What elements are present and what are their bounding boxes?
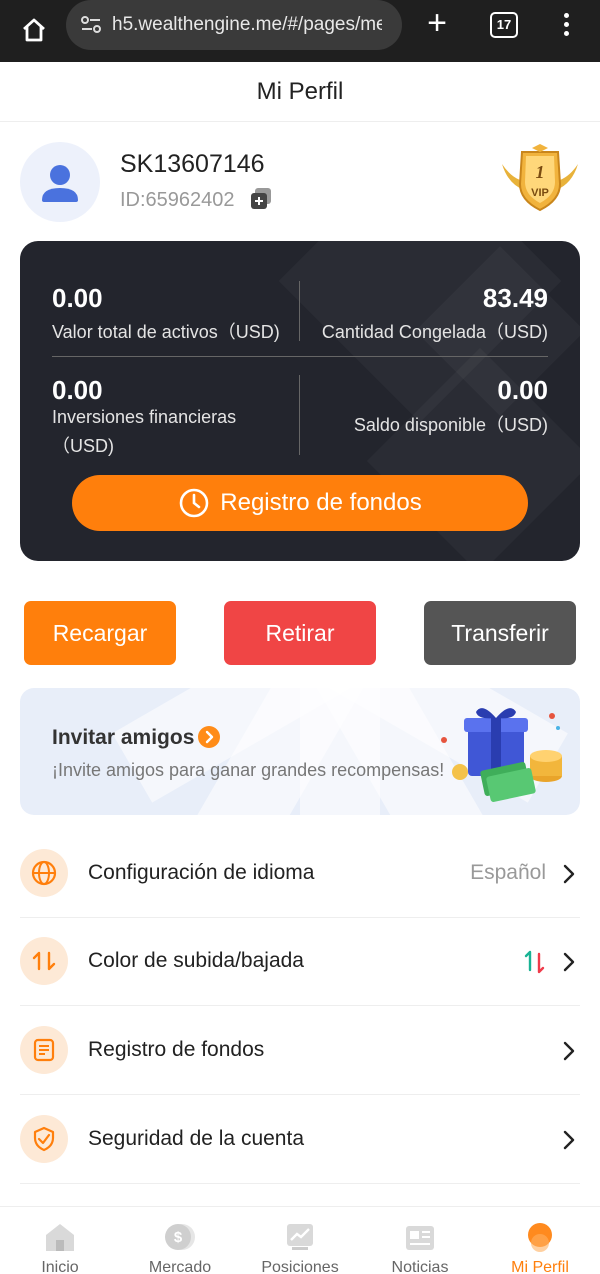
nav-item-market[interactable]: $ Mercado <box>120 1207 240 1274</box>
chevron-right-icon <box>563 1041 575 1061</box>
menu-item-label: Seguridad de la cuenta <box>88 1127 304 1150</box>
avatar[interactable] <box>20 142 100 222</box>
frozen-amount-value: 83.49 <box>482 283 548 313</box>
chevron-right-icon <box>563 864 575 884</box>
investments-label-unit: （USD) <box>52 436 114 456</box>
invite-subtitle: ¡Invite amigos para ganar grandes recomp… <box>52 760 445 780</box>
withdraw-button[interactable]: Retirar <box>224 601 376 665</box>
site-settings-icon <box>81 16 101 33</box>
menu-item-label: Configuración de idioma <box>88 861 315 884</box>
clock-icon <box>179 488 209 518</box>
menu-item-account-security[interactable]: Seguridad de la cuenta <box>20 1096 580 1184</box>
available-balance-label: Saldo disponible（USD) <box>353 415 548 435</box>
chart-icon <box>287 1224 313 1250</box>
chevron-right-icon <box>563 952 575 972</box>
dollar-coin-icon: $ <box>165 1224 195 1250</box>
vip-badge-icon: 1 VIP <box>498 144 582 214</box>
investments-value: 0.00 <box>52 375 103 405</box>
shield-check-icon <box>20 1115 68 1163</box>
transfer-button[interactable]: Transferir <box>424 601 576 665</box>
bottom-nav: Inicio $ Mercado Posiciones Noticias Mi … <box>0 1206 600 1274</box>
nav-label: Mi Perfil <box>511 1259 569 1274</box>
menu-item-fund-records[interactable]: Registro de fondos <box>20 1007 580 1095</box>
available-balance-value: 0.00 <box>497 375 548 405</box>
green-up-red-down-icon <box>524 950 545 974</box>
recharge-button[interactable]: Recargar <box>24 601 176 665</box>
gift-box-icon <box>428 700 568 808</box>
document-icon <box>20 1026 68 1074</box>
arrow-right-icon <box>198 726 220 748</box>
nav-label: Posiciones <box>261 1259 339 1274</box>
user-icon <box>42 165 78 202</box>
menu-item-language[interactable]: Configuración de idioma Español <box>20 830 580 918</box>
url-text: h5.wealthengine.me/#/pages/memb <box>112 14 382 35</box>
svg-text:$: $ <box>174 1229 183 1246</box>
new-tab-button[interactable]: + <box>420 6 454 42</box>
invite-title: Invitar amigos <box>52 726 195 749</box>
news-icon <box>406 1226 434 1250</box>
frozen-amount-label: Cantidad Congelada（USD) <box>321 322 548 342</box>
menu-item-updown-color[interactable]: Color de subida/bajada <box>20 918 580 1006</box>
username: SK13607146 <box>120 150 265 178</box>
page-title: Mi Perfil <box>0 62 600 122</box>
profile-icon <box>528 1223 552 1252</box>
copy-icon[interactable] <box>248 186 274 212</box>
total-assets-label: Valor total de activos（USD) <box>52 322 280 342</box>
nav-label: Noticias <box>391 1259 449 1274</box>
investments-label: Inversiones financieras <box>52 407 237 427</box>
nav-item-positions[interactable]: Posiciones <box>240 1207 360 1274</box>
nav-label: Mercado <box>148 1259 212 1274</box>
vip-level: 1 <box>536 162 545 182</box>
tab-switcher-button[interactable]: 17 <box>490 12 518 38</box>
browser-menu-button[interactable] <box>556 10 576 40</box>
home-icon <box>46 1224 74 1251</box>
chevron-right-icon <box>563 1130 575 1150</box>
menu-item-value: Español <box>470 861 546 884</box>
address-bar[interactable]: h5.wealthengine.me/#/pages/memb <box>66 0 402 50</box>
nav-label: Inicio <box>41 1259 79 1274</box>
invite-friends-banner[interactable]: Invitar amigos ¡Invite amigos para ganar… <box>20 688 580 815</box>
home-icon <box>23 18 45 42</box>
menu-item-label: Color de subida/bajada <box>88 949 304 972</box>
user-id: ID:65962402 <box>120 189 235 211</box>
fund-records-button[interactable]: Registro de fondos <box>72 475 528 531</box>
vip-label: VIP <box>531 187 549 199</box>
fund-records-button-label: Registro de fondos <box>220 489 422 516</box>
total-assets-value: 0.00 <box>52 283 103 313</box>
assets-card: 0.00 Valor total de activos（USD) 83.49 C… <box>20 241 580 561</box>
nav-item-home[interactable]: Inicio <box>0 1207 120 1274</box>
browser-home-button[interactable] <box>14 10 54 50</box>
updown-arrows-icon <box>20 937 68 985</box>
browser-toolbar: h5.wealthengine.me/#/pages/memb + 17 <box>0 0 600 62</box>
nav-item-profile[interactable]: Mi Perfil <box>480 1207 600 1274</box>
menu-item-label: Registro de fondos <box>88 1038 265 1061</box>
nav-item-news[interactable]: Noticias <box>360 1207 480 1274</box>
globe-icon <box>20 849 68 897</box>
